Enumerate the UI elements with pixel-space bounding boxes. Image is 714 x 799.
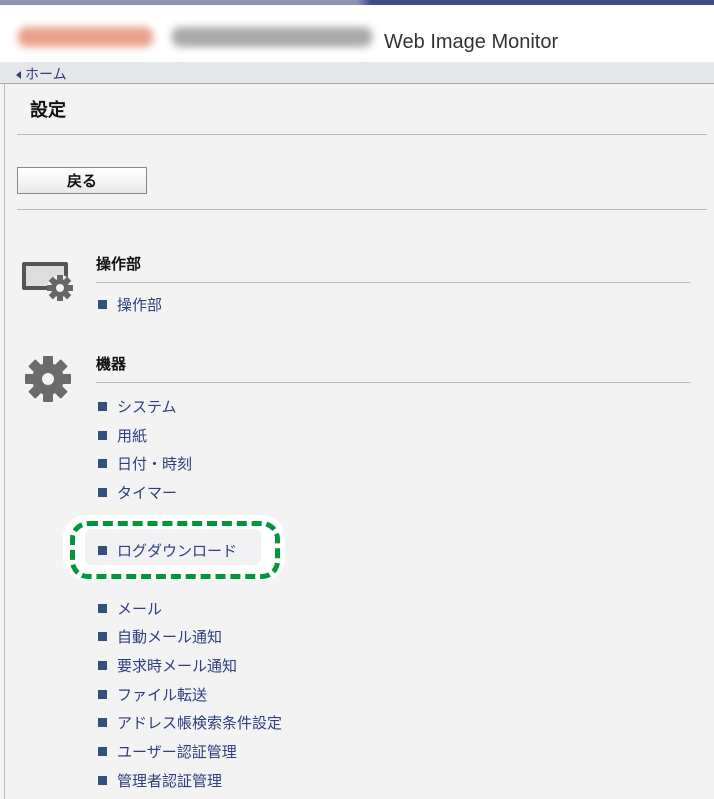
item-label: タイマー — [117, 484, 178, 502]
bullet-icon — [98, 747, 107, 756]
item-label: ファイル転送 — [117, 686, 208, 704]
item-label: 自動メール通知 — [117, 628, 223, 646]
menu-item-file-transfer[interactable]: ファイル転送 — [98, 684, 207, 705]
item-label: 要求時メール通知 — [117, 657, 238, 675]
page-title: 設定 — [30, 100, 66, 121]
item-label: システム — [117, 398, 177, 416]
bullet-icon — [98, 718, 107, 727]
bullet-icon — [98, 661, 107, 670]
divider — [4, 84, 5, 799]
menu-item-address-book-search[interactable]: アドレス帳検索条件設定 — [98, 712, 282, 733]
menu-item-timer[interactable]: タイマー — [98, 482, 177, 503]
menu-item-user-auth[interactable]: ユーザー認証管理 — [98, 741, 237, 762]
panel-gear-icon — [22, 262, 73, 301]
item-label: ログダウンロード — [117, 542, 238, 560]
section-heading-device: 機器 — [96, 355, 127, 373]
menu-item-date-time[interactable]: 日付・時刻 — [98, 453, 192, 474]
menu-item-auto-email-notification[interactable]: 自動メール通知 — [98, 626, 222, 647]
back-button[interactable]: 戻る — [17, 167, 147, 194]
bullet-icon — [98, 459, 107, 468]
section-heading-panel: 操作部 — [96, 255, 142, 273]
divider — [17, 209, 707, 210]
item-label: 管理者認証管理 — [117, 772, 223, 790]
divider — [96, 382, 690, 383]
blurred-model-name — [172, 27, 372, 47]
gear-icon — [25, 356, 71, 402]
item-label: ユーザー認証管理 — [117, 743, 237, 761]
item-label: 操作部 — [117, 296, 163, 314]
breadcrumb: ホーム — [0, 62, 714, 84]
bullet-icon — [98, 546, 107, 555]
menu-item-system[interactable]: システム — [98, 396, 177, 417]
item-label: 用紙 — [117, 427, 148, 445]
bullet-icon — [98, 690, 107, 699]
blurred-logo — [18, 27, 153, 47]
divider — [17, 134, 707, 135]
bullet-icon — [98, 632, 107, 641]
menu-item-panel[interactable]: 操作部 — [98, 294, 162, 315]
bullet-icon — [98, 488, 107, 497]
home-label: ホーム — [25, 67, 67, 83]
home-link[interactable]: ホーム — [16, 64, 67, 84]
bullet-icon — [98, 776, 107, 785]
menu-item-admin-auth[interactable]: 管理者認証管理 — [98, 770, 222, 791]
menu-item-paper[interactable]: 用紙 — [98, 425, 147, 446]
item-label: メール — [117, 600, 163, 618]
menu-item-log-download[interactable]: ログダウンロード — [98, 540, 237, 561]
item-label: アドレス帳検索条件設定 — [117, 714, 283, 732]
menu-item-email[interactable]: メール — [98, 598, 162, 619]
item-label: 日付・時刻 — [117, 455, 193, 473]
header: Web Image Monitor — [0, 5, 714, 62]
bullet-icon — [98, 300, 107, 309]
bullet-icon — [98, 431, 107, 440]
bullet-icon — [98, 402, 107, 411]
divider — [96, 282, 690, 283]
menu-item-on-demand-email-notification[interactable]: 要求時メール通知 — [98, 655, 237, 676]
bullet-icon — [98, 604, 107, 613]
app-title: Web Image Monitor — [384, 31, 559, 53]
caret-left-icon — [16, 71, 21, 79]
